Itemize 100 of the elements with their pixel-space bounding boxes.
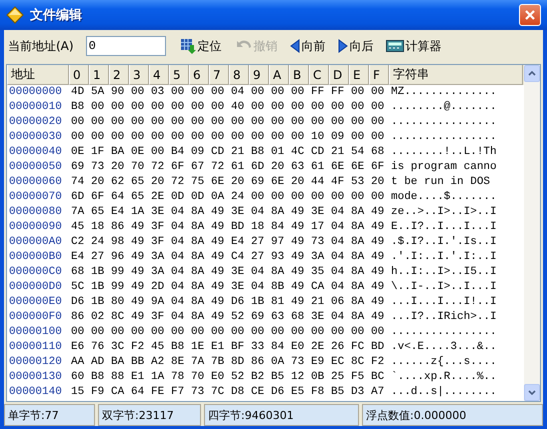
hex-cell-text: 01	[270, 145, 286, 160]
address-cell-text: 000000D0	[8, 280, 63, 295]
hex-cell-text: 49	[290, 205, 306, 220]
hex-cell-text: 7A	[70, 205, 86, 220]
hex-cell-text: 73	[290, 355, 306, 370]
hex-cell-text: 00	[250, 115, 266, 130]
hex-cell-text: 00	[270, 130, 286, 145]
string-cell-text: h..I:..I>..I5..I	[390, 265, 498, 280]
hex-cell-text: 00	[370, 190, 386, 205]
column-header: E	[349, 65, 369, 85]
hex-cell-text: 04	[330, 205, 346, 220]
hex-cell-text: 00	[250, 130, 266, 145]
column-header: B	[289, 65, 309, 85]
hex-cell-text: 98	[110, 235, 126, 250]
hex-cell-text: 0A	[270, 355, 286, 370]
hex-cell-text: 49	[130, 250, 146, 265]
hex-cell-text: 00	[270, 325, 286, 340]
hex-cell-text: B8	[70, 100, 86, 115]
hex-cell-text: 1B	[250, 295, 266, 310]
back-button[interactable]: 向前	[286, 38, 330, 54]
hex-cell-text: 00	[190, 130, 206, 145]
hex-cell-text: 00	[170, 115, 186, 130]
close-button[interactable]	[519, 4, 541, 26]
hex-cell-text: 20	[110, 160, 126, 175]
calculator-button[interactable]: 计算器	[382, 38, 446, 54]
address-label: 当前地址(A)	[8, 38, 74, 54]
hex-cell-text: 69	[70, 160, 86, 175]
hex-cell-text: 49	[210, 310, 226, 325]
hex-cell-text: 09	[330, 130, 346, 145]
string-cell-text: ......z{...s....	[390, 355, 498, 370]
hex-cell-text: E4	[230, 235, 246, 250]
hex-cell-text: 25	[330, 370, 346, 385]
hex-cell-text: 63	[290, 160, 306, 175]
hex-cell-text: 26	[330, 340, 346, 355]
hex-cell-text: 00	[110, 100, 126, 115]
hex-cell-text: 04	[170, 265, 186, 280]
hex-cell-text: 6F	[90, 190, 106, 205]
hex-cell-text: 00	[190, 325, 206, 340]
hex-cell-text: 00	[150, 100, 166, 115]
column-header: 9	[249, 65, 269, 85]
hex-cell-text: 65	[130, 175, 146, 190]
address-cell-text: 00000020	[8, 115, 63, 130]
hex-cell-text: 04	[170, 205, 186, 220]
hex-cell-text: 20	[290, 175, 306, 190]
hex-cell-text: 03	[150, 85, 166, 100]
hex-cell-text: B5	[270, 370, 286, 385]
column-header: 7	[209, 65, 229, 85]
hex-cell-text: 49	[210, 295, 226, 310]
hex-cell-text: 45	[150, 340, 166, 355]
hex-cell-text: 3E	[230, 265, 246, 280]
hex-cell-text: F2	[130, 340, 146, 355]
hex-cell-text: 8A	[350, 265, 366, 280]
hex-cell-text: 0E	[70, 145, 86, 160]
hex-cell-text: 49	[290, 235, 306, 250]
hex-cell-text: 04	[250, 205, 266, 220]
hex-cell-text: 49	[210, 250, 226, 265]
hex-cell-text: 96	[110, 250, 126, 265]
hex-cell-text: 53	[350, 175, 366, 190]
hex-cell-text: 04	[250, 265, 266, 280]
hex-cell-text: 10	[310, 130, 326, 145]
hex-cell-text: E0	[210, 370, 226, 385]
hex-cell-text: 8A	[350, 220, 366, 235]
hex-cell-text: 49	[130, 265, 146, 280]
hex-cell-text: 5A	[90, 85, 106, 100]
hex-cell-text: 8A	[350, 310, 366, 325]
hex-cell-text: 49	[370, 235, 386, 250]
hex-cell-text: 00	[370, 85, 386, 100]
hex-cell-text: 73	[310, 235, 326, 250]
address-cell-text: 00000070	[8, 190, 63, 205]
hex-cell-text: 8A	[270, 205, 286, 220]
hex-cell-text: 69	[250, 310, 266, 325]
hex-cell-text: 65	[90, 205, 106, 220]
hex-cell-text: 68	[70, 265, 86, 280]
hex-cell-text: 21	[330, 145, 346, 160]
hex-cell-text: FE	[150, 385, 166, 400]
address-input[interactable]: 0	[86, 36, 166, 56]
hex-cell-text: 49	[290, 280, 306, 295]
hex-cell-text: 80	[110, 295, 126, 310]
hex-cell-text: 5C	[70, 280, 86, 295]
hex-cell-text: CD	[210, 145, 226, 160]
column-header: A	[269, 65, 289, 85]
scroll-up-button[interactable]	[524, 65, 540, 82]
address-cell-text: 000000E0	[8, 295, 63, 310]
hex-cell-text: 00	[290, 100, 306, 115]
hex-cell-text: 27	[250, 250, 266, 265]
hex-cell-text: 02	[90, 310, 106, 325]
hex-cell-text: 00	[170, 100, 186, 115]
hex-cell-text: FC	[350, 340, 366, 355]
hex-cell-text: 3E	[150, 205, 166, 220]
hex-cell-text: 7C	[210, 385, 226, 400]
scroll-down-button[interactable]	[524, 384, 540, 401]
hex-cell-text: 3E	[230, 205, 246, 220]
hex-cell-text: 20	[270, 160, 286, 175]
hex-cell-text: 70	[130, 160, 146, 175]
locate-button[interactable]: 定位	[176, 38, 226, 54]
hex-cell-text: 1B	[90, 280, 106, 295]
hex-cell-text: 00	[210, 325, 226, 340]
hex-cell-text: B8	[170, 340, 186, 355]
forward-button[interactable]: 向后	[334, 38, 378, 54]
hex-cell-text: FF	[330, 85, 346, 100]
